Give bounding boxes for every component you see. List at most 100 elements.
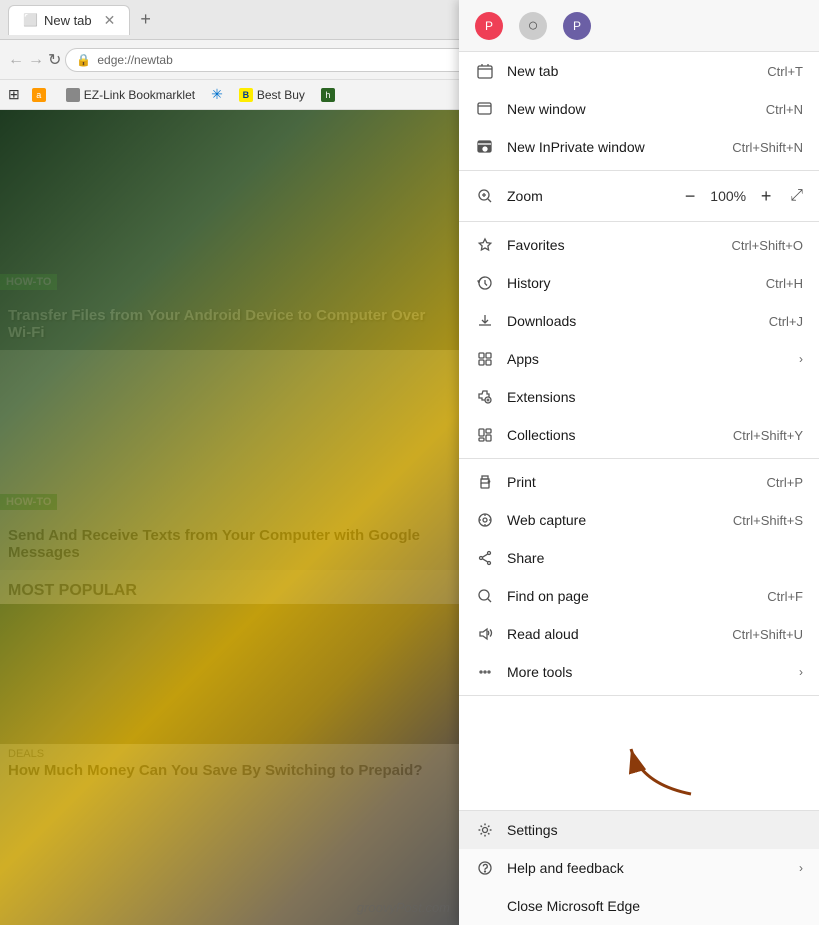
downloads-icon	[475, 311, 495, 331]
new-tab-shortcut: Ctrl+T	[767, 64, 803, 79]
tab-label[interactable]: New tab	[44, 13, 92, 28]
history-label: History	[507, 275, 766, 291]
menu-item-more-tools[interactable]: More tools ›	[459, 653, 819, 691]
deals-image	[0, 604, 460, 744]
menu-items-list: New tab Ctrl+T New window Ctrl+N	[459, 52, 819, 810]
help-arrow: ›	[799, 861, 803, 875]
zoom-label: Zoom	[507, 188, 678, 204]
new-tab-label: New tab	[507, 63, 767, 79]
collections-icon	[475, 425, 495, 445]
favorites-icon	[475, 235, 495, 255]
collections-label: Collections	[507, 427, 733, 443]
new-window-label: New window	[507, 101, 766, 117]
menu-item-read-aloud[interactable]: Read aloud Ctrl+Shift+U	[459, 615, 819, 653]
menu-item-settings[interactable]: Settings	[459, 811, 819, 849]
divider-1	[459, 170, 819, 171]
favorites-label: Favorites	[507, 237, 731, 253]
history-shortcut: Ctrl+H	[766, 276, 803, 291]
bookmark-amazon[interactable]: a	[28, 88, 54, 102]
apps-icon	[475, 349, 495, 369]
page-content: HOW-TO Transfer Files from Your Android …	[0, 100, 460, 925]
settings-label: Settings	[507, 822, 803, 838]
refresh-button[interactable]: ↻	[48, 50, 61, 70]
zoom-expand-icon[interactable]: ⤢	[790, 187, 803, 205]
read-aloud-icon	[475, 624, 495, 644]
menu-footer: Settings Help and feedback › Close Micro…	[459, 810, 819, 925]
zoom-value: 100%	[710, 188, 746, 204]
new-window-icon	[475, 99, 495, 119]
zoom-controls: − 100% + ⤢	[678, 184, 803, 208]
menu-item-extensions[interactable]: Extensions	[459, 378, 819, 416]
back-button[interactable]: ←	[8, 51, 24, 69]
find-icon	[475, 586, 495, 606]
menu-extensions-row: P ○ P	[459, 0, 819, 52]
zoom-increase-button[interactable]: +	[754, 184, 778, 208]
close-edge-label: Close Microsoft Edge	[507, 898, 803, 914]
menu-item-new-window[interactable]: New window Ctrl+N	[459, 90, 819, 128]
downloads-label: Downloads	[507, 313, 769, 329]
apps-arrow: ›	[799, 352, 803, 366]
new-tab-icon	[475, 61, 495, 81]
bookmark-bestbuy[interactable]: B Best Buy	[235, 88, 309, 102]
menu-item-print[interactable]: Print Ctrl+P	[459, 463, 819, 501]
zoom-row: Zoom − 100% + ⤢	[459, 175, 819, 217]
menu-item-inprivate[interactable]: New InPrivate window Ctrl+Shift+N	[459, 128, 819, 166]
new-window-shortcut: Ctrl+N	[766, 102, 803, 117]
history-icon	[475, 273, 495, 293]
menu-item-downloads[interactable]: Downloads Ctrl+J	[459, 302, 819, 340]
print-icon	[475, 472, 495, 492]
menu-item-web-capture[interactable]: Web capture Ctrl+Shift+S	[459, 501, 819, 539]
pocket-ext-icon[interactable]: P	[475, 12, 503, 40]
inprivate-icon	[475, 137, 495, 157]
menu-item-collections[interactable]: Collections Ctrl+Shift+Y	[459, 416, 819, 454]
forward-button[interactable]: →	[28, 51, 44, 69]
downloads-shortcut: Ctrl+J	[769, 314, 803, 329]
watermark: groovyPost.com	[357, 900, 450, 915]
divider-2	[459, 221, 819, 222]
menu-item-share[interactable]: Share	[459, 539, 819, 577]
web-capture-label: Web capture	[507, 512, 733, 528]
bookmark-walmart[interactable]: ✳	[207, 86, 227, 103]
divider-4	[459, 695, 819, 696]
zoom-decrease-button[interactable]: −	[678, 184, 702, 208]
shield-ext-icon[interactable]: ○	[519, 12, 547, 40]
web-capture-icon	[475, 510, 495, 530]
read-aloud-label: Read aloud	[507, 626, 732, 642]
menu-item-find[interactable]: Find on page Ctrl+F	[459, 577, 819, 615]
print-label: Print	[507, 474, 767, 490]
pocket2-ext-icon[interactable]: P	[563, 12, 591, 40]
help-label: Help and feedback	[507, 860, 799, 876]
menu-item-favorites[interactable]: Favorites Ctrl+Shift+O	[459, 226, 819, 264]
settings-icon	[475, 820, 495, 840]
read-aloud-shortcut: Ctrl+Shift+U	[732, 627, 803, 642]
help-icon	[475, 858, 495, 878]
more-tools-arrow: ›	[799, 665, 803, 679]
bookmark-ezlink[interactable]: EZ-Link Bookmarklet	[62, 88, 199, 102]
more-tools-label: More tools	[507, 664, 799, 680]
ms-icon[interactable]: ⊞	[8, 86, 20, 103]
favorites-shortcut: Ctrl+Shift+O	[731, 238, 803, 253]
print-shortcut: Ctrl+P	[767, 475, 803, 490]
new-tab-button[interactable]: +	[134, 9, 157, 30]
menu-item-apps[interactable]: Apps ›	[459, 340, 819, 378]
close-edge-icon	[475, 896, 495, 916]
collections-shortcut: Ctrl+Shift+Y	[733, 428, 803, 443]
extensions-label: Extensions	[507, 389, 803, 405]
divider-3	[459, 458, 819, 459]
extensions-icon	[475, 387, 495, 407]
share-icon	[475, 548, 495, 568]
more-tools-icon	[475, 662, 495, 682]
menu-item-close-edge[interactable]: Close Microsoft Edge	[459, 887, 819, 925]
menu-item-history[interactable]: History Ctrl+H	[459, 264, 819, 302]
find-label: Find on page	[507, 588, 767, 604]
share-label: Share	[507, 550, 803, 566]
apps-label: Apps	[507, 351, 799, 367]
bookmark-h[interactable]: h	[317, 88, 343, 102]
web-capture-shortcut: Ctrl+Shift+S	[733, 513, 803, 528]
zoom-icon	[475, 186, 495, 206]
menu-item-new-tab[interactable]: New tab Ctrl+T	[459, 52, 819, 90]
inprivate-shortcut: Ctrl+Shift+N	[732, 140, 803, 155]
find-shortcut: Ctrl+F	[767, 589, 803, 604]
inprivate-label: New InPrivate window	[507, 139, 732, 155]
menu-item-help[interactable]: Help and feedback ›	[459, 849, 819, 887]
